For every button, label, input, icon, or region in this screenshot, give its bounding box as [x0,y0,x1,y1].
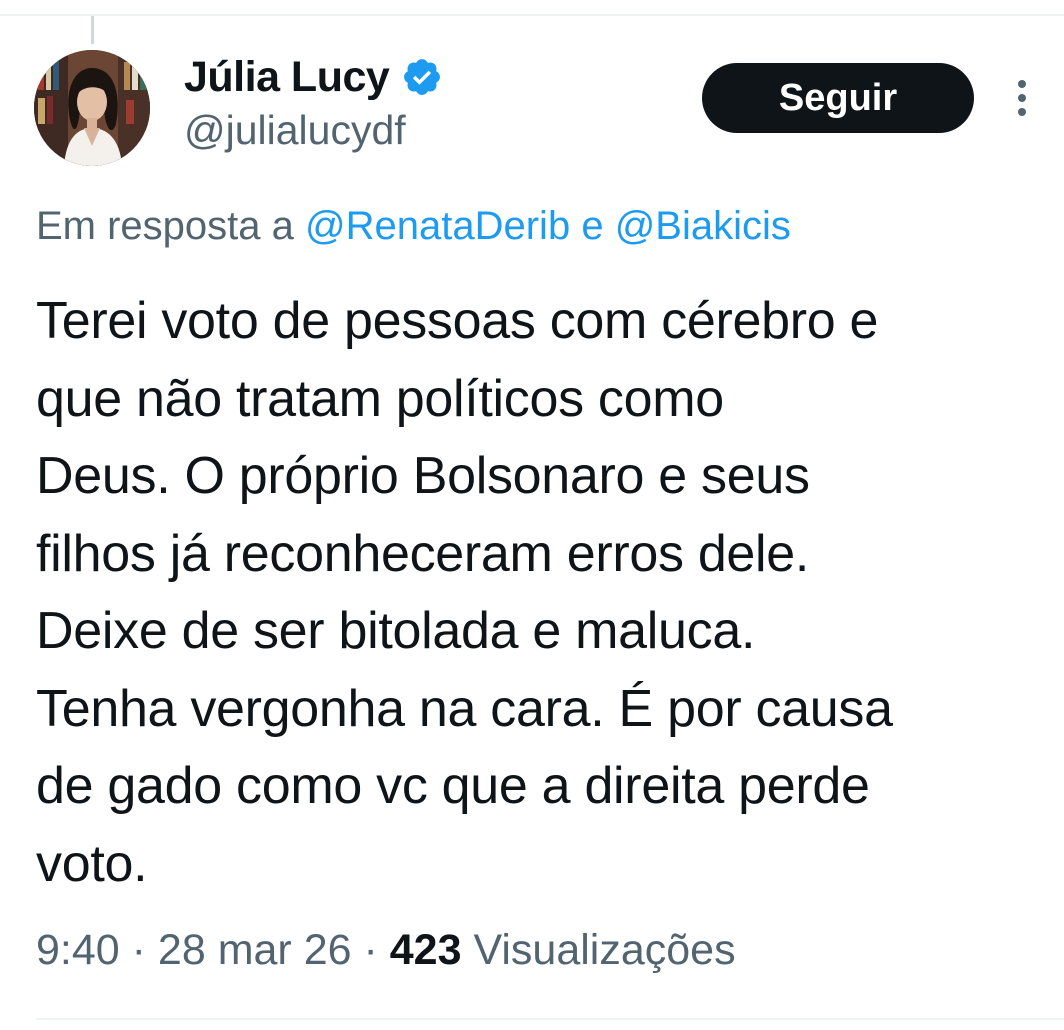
tweet-text-line: filhos já reconheceram erros dele. [36,524,810,583]
top-divider [0,14,1064,16]
mention-link-renataderib[interactable]: @RenataDerib [305,204,570,248]
tweet-time[interactable]: 9:40 [36,926,120,974]
tweet-meta: 9:40 · 28 mar 26 · 423 Visualizações [36,925,736,977]
profile-photo-icon [34,50,150,166]
views-count: 423 [389,926,462,974]
tweet-text-line: Deixe de ser bitolada e maluca. [36,602,756,660]
tweet-text: Terei voto de pessoas com cérebro e que … [36,283,1046,903]
views-label: Visualizações [461,926,736,974]
meta-separator: · [351,926,390,974]
verified-badge-icon[interactable] [401,56,443,98]
author-name-row: Júlia Lucy [184,50,443,104]
avatar[interactable] [34,50,150,166]
follow-button[interactable]: Seguir [702,63,974,133]
author-display-name[interactable]: Júlia Lucy [184,55,390,99]
tweet-text-line: de gado como vc que a direita perde [36,757,870,815]
author-handle[interactable]: @julialucydf [184,107,406,153]
mention-link-biakicis[interactable]: @Biakicis [615,204,791,248]
tweet-text-line: Terei voto de pessoas com cérebro e [36,292,879,350]
tweet-text-line: voto. [36,834,148,893]
reply-context-prefix: Em resposta a [36,204,306,248]
tweet-date[interactable]: 28 mar 26 [158,926,352,974]
tweet-text-line: Tenha vergonha na cara. É por causa [36,679,893,738]
reply-context-joiner: e [570,204,615,248]
bottom-divider [36,1018,1064,1020]
reply-context: Em resposta a @RenataDerib e @Biakicis [36,202,791,250]
meta-separator: · [119,926,158,974]
tweet-text-line: Deus. O próprio Bolsonaro e seus [36,447,810,505]
more-vertical-icon[interactable] [1010,78,1034,118]
thread-connector-line [91,16,94,44]
tweet-text-line: que não tratam políticos como [36,369,724,428]
